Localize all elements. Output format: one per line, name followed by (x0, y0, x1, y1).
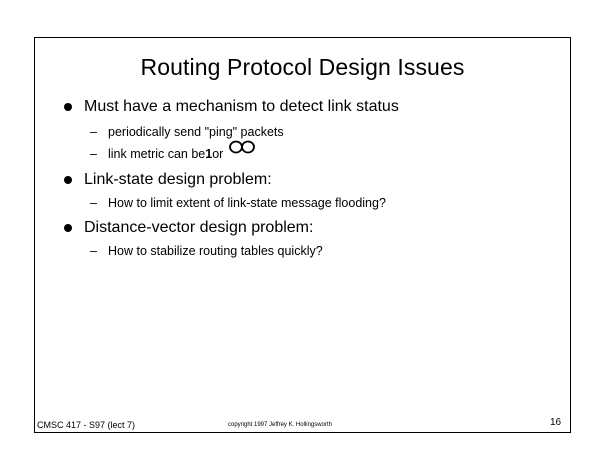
sub-bullet-text-post: or (212, 146, 224, 161)
sub-bullet-dash: – (90, 244, 97, 258)
bullet-dot-icon (64, 176, 72, 184)
page-number: 16 (550, 417, 562, 428)
sub-bullet-text: periodically send "ping" packets (108, 125, 284, 139)
bullet-text: Link-state design problem: (84, 171, 272, 188)
sub-bullet-item: – How to limit extent of link-state mess… (90, 196, 386, 210)
footer-course: CMSC 417 - S97 (lect 7) (37, 420, 136, 430)
sub-bullet-item: – link metric can be 1 or (90, 140, 256, 162)
sub-bullet-item: – How to stabilize routing tables quickl… (90, 244, 323, 258)
sub-bullet-dash: – (90, 125, 97, 139)
bullet-item: Link-state design problem: (64, 171, 272, 189)
sub-bullet-bold-value: 1 (205, 146, 213, 161)
sub-bullet-item: – periodically send "ping" packets (90, 125, 284, 139)
infinity-icon (229, 140, 256, 157)
bullet-dot-icon (64, 103, 72, 111)
sub-bullet-dash: – (90, 146, 97, 161)
sub-bullet-text: How to stabilize routing tables quickly? (108, 244, 323, 258)
bullet-item: Must have a mechanism to detect link sta… (64, 98, 399, 116)
sub-bullet-text-pre: link metric can be (108, 146, 206, 161)
bullet-item: Distance-vector design problem: (64, 219, 313, 237)
sub-bullet-text: How to limit extent of link-state messag… (108, 196, 386, 210)
bullet-text: Must have a mechanism to detect link sta… (84, 98, 399, 115)
sub-bullet-dash: – (90, 196, 97, 210)
bullet-text: Distance-vector design problem: (84, 219, 314, 236)
footer-copyright: copyright 1997 Jeffrey K. Hollingsworth (228, 422, 332, 428)
bullet-dot-icon (64, 224, 72, 232)
slide-title: Routing Protocol Design Issues (140, 54, 465, 80)
